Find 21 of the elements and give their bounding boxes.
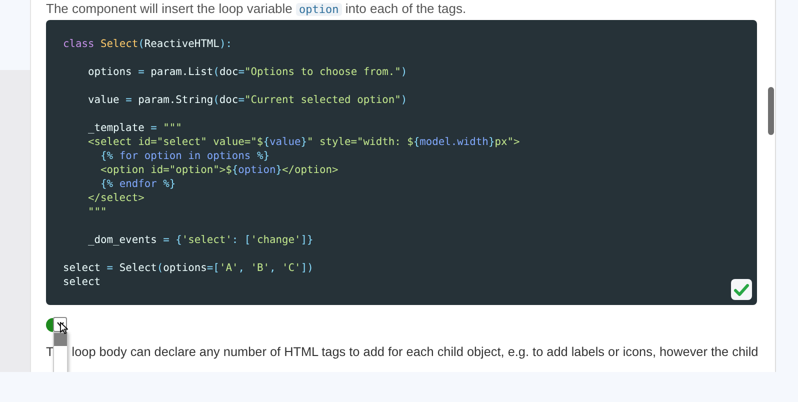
code-line: select [63,275,101,289]
copy-button[interactable] [731,279,752,300]
code-line: value = param.String(doc="Current selected option") [87,93,408,107]
check-icon [734,284,749,296]
chevron-down-icon [56,322,64,327]
code-line: <select id="select" value="${value}" style="width: ${model.width}px"> [87,135,520,149]
code-line: """ [87,205,107,219]
status-indicator [46,318,53,332]
code-line: {% for option in options %} [100,149,270,163]
inline-code: option [296,3,342,16]
code-line: select = Select(options=['A', 'B', 'C']) [63,261,314,275]
code-line: _dom_events = {'select': ['change']} [87,233,314,247]
code-line: options = param.List(doc="Options to choose from.") [87,65,408,79]
intro-text: The component will insert the loop variable option into each of the tags. [46,0,468,18]
code-line: class Select(ReactiveHTML): [63,37,232,51]
code-line: </select> [87,191,144,205]
scrollbar-thumb[interactable] [768,87,774,135]
body-text: T loop body can declare any number of HTML tags to add for each child object, e.g. to add labels or icons, however the child [46,344,758,361]
code-line: {% endfor %} [100,177,176,191]
code-line: _template = """ [87,121,182,135]
code-line: <option id="option">${option}</option> [100,163,338,177]
